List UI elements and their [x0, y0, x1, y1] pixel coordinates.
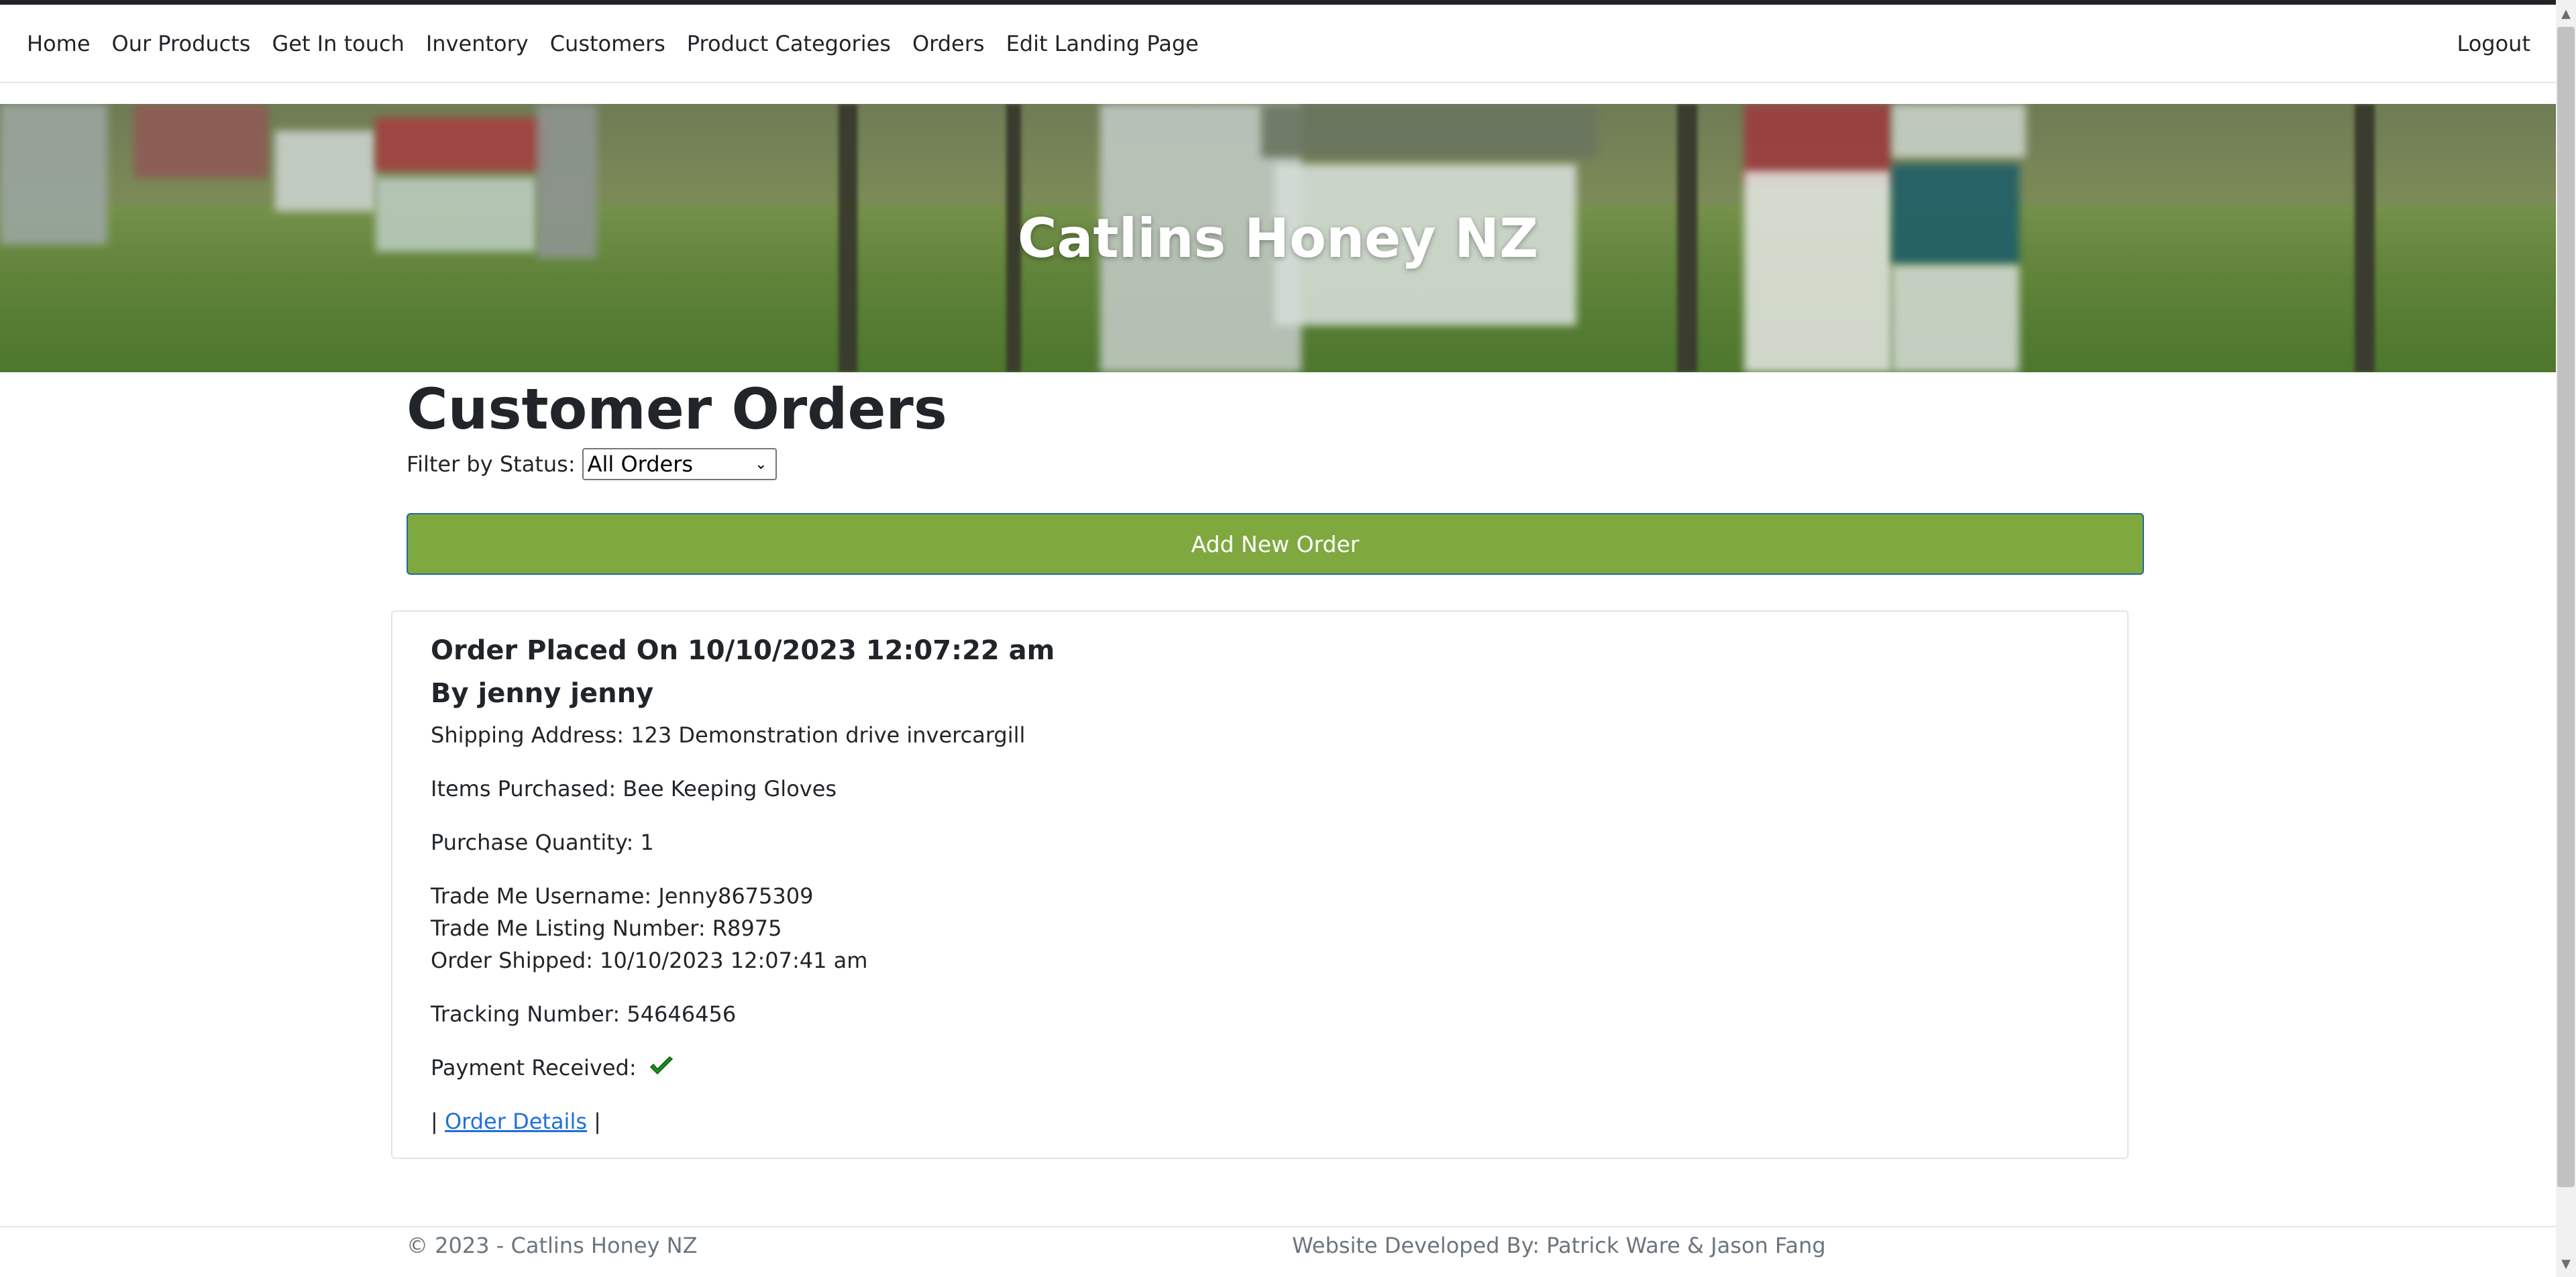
page-title: Customer Orders	[407, 376, 947, 442]
payment-received-label: Payment Received:	[431, 1055, 637, 1080]
items-purchased: Items Purchased: Bee Keeping Gloves	[431, 776, 837, 801]
separator: |	[431, 1109, 438, 1134]
payment-received: Payment Received:	[431, 1055, 674, 1082]
status-select[interactable]: All Orders ⌄	[582, 448, 777, 480]
nav-link-home[interactable]: Home	[27, 31, 91, 56]
footer-divider	[0, 1226, 2556, 1227]
filter-label: Filter by Status:	[407, 451, 576, 477]
order-customer-name: By jenny jenny	[431, 678, 654, 709]
scroll-down-icon[interactable]: ▼	[2557, 1254, 2575, 1274]
separator: |	[594, 1109, 601, 1134]
status-select-value: All Orders	[587, 451, 694, 477]
site-title: Catlins Honey NZ	[1017, 207, 1539, 270]
trademe-listing-number: Trade Me Listing Number: R8975	[431, 915, 782, 941]
purchase-quantity: Purchase Quantity: 1	[431, 830, 654, 855]
footer-developers: Website Developed By: Patrick Ware & Jas…	[1292, 1233, 1826, 1258]
nav-link-orders[interactable]: Orders	[912, 31, 985, 56]
nav-links: Home Our Products Get In touch Inventory…	[27, 5, 1199, 82]
order-shipped-date: Order Shipped: 10/10/2023 12:07:41 am	[431, 948, 868, 973]
trademe-username: Trade Me Username: Jenny8675309	[431, 883, 814, 909]
order-card: Order Placed On 10/10/2023 12:07:22 am B…	[391, 610, 2129, 1159]
nav-link-customers[interactable]: Customers	[550, 31, 665, 56]
order-placed-date: Order Placed On 10/10/2023 12:07:22 am	[431, 635, 1055, 666]
nav-link-get-in-touch[interactable]: Get In touch	[272, 31, 404, 56]
nav-link-inventory[interactable]: Inventory	[426, 31, 529, 56]
logout-link[interactable]: Logout	[2457, 5, 2530, 82]
scrollbar-thumb[interactable]	[2557, 27, 2575, 1187]
shipping-address: Shipping Address: 123 Demonstration driv…	[431, 722, 1026, 748]
order-details-link[interactable]: Order Details	[445, 1109, 587, 1134]
navbar: Home Our Products Get In touch Inventory…	[0, 5, 2556, 83]
check-icon	[649, 1056, 674, 1082]
nav-link-product-categories[interactable]: Product Categories	[687, 31, 891, 56]
scroll-up-icon[interactable]: ▲	[2557, 4, 2575, 24]
hero-banner: Catlins Honey NZ	[0, 104, 2556, 372]
top-border	[0, 0, 2556, 5]
tracking-number: Tracking Number: 54646456	[431, 1001, 737, 1027]
chevron-down-icon: ⌄	[755, 455, 767, 473]
order-actions: | Order Details |	[431, 1109, 601, 1134]
nav-link-edit-landing-page[interactable]: Edit Landing Page	[1006, 31, 1199, 56]
nav-link-our-products[interactable]: Our Products	[112, 31, 251, 56]
status-filter: Filter by Status: All Orders ⌄	[407, 448, 777, 480]
footer-copyright: © 2023 - Catlins Honey NZ	[407, 1233, 698, 1258]
add-new-order-button[interactable]: Add New Order	[407, 513, 2144, 575]
